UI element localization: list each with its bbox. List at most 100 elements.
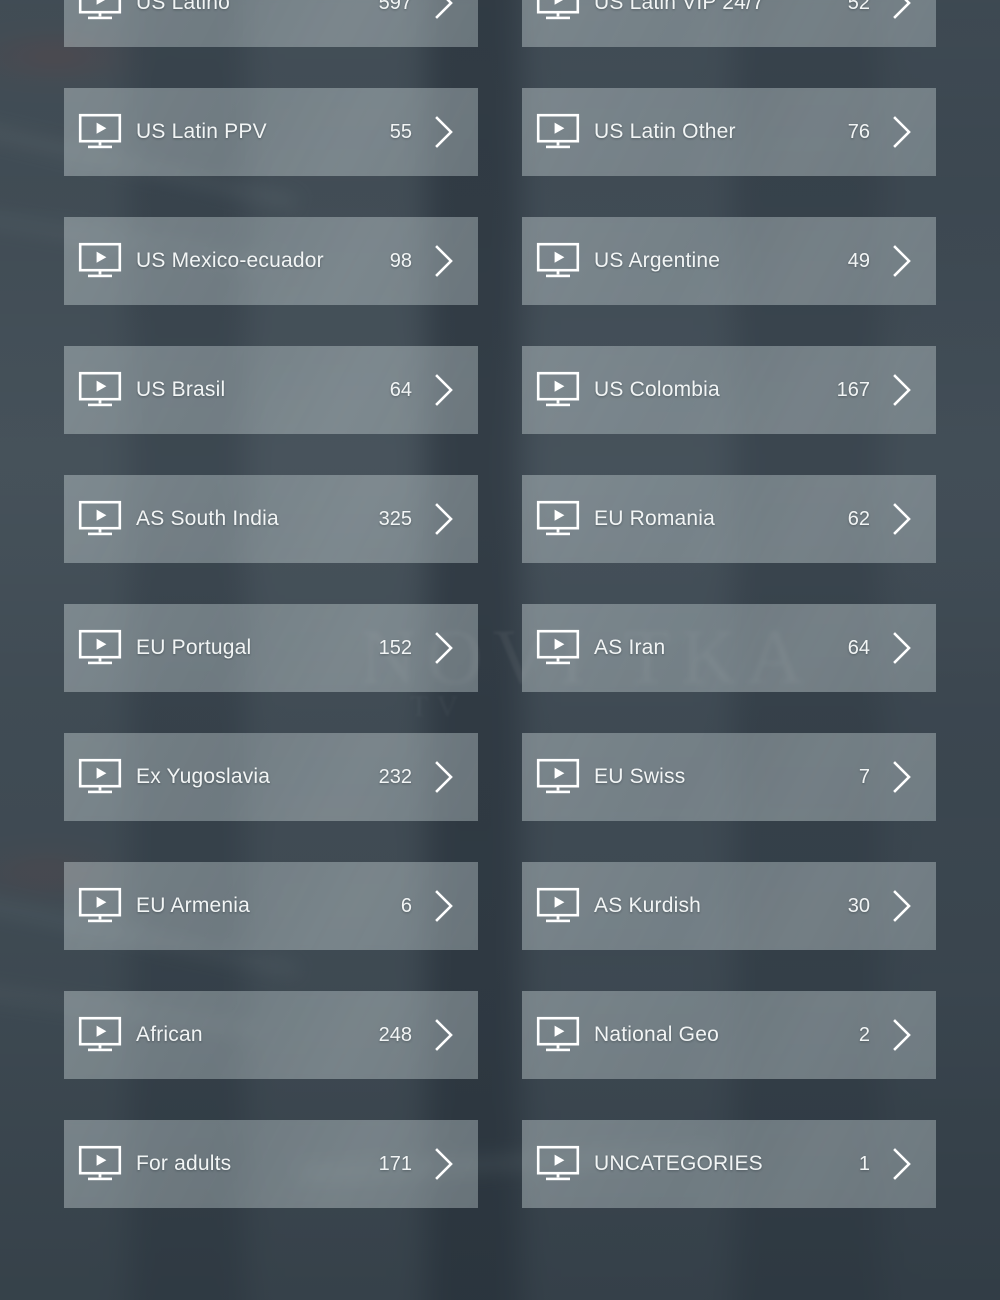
category-card[interactable]: EU Romania 62 bbox=[522, 475, 936, 563]
chevron-right-icon[interactable] bbox=[890, 244, 914, 278]
category-card[interactable]: AS South India 325 bbox=[64, 475, 478, 563]
category-card[interactable]: US Latin PPV 55 bbox=[64, 88, 478, 176]
category-card-content: AS Iran 64 bbox=[536, 629, 914, 667]
category-label: African bbox=[136, 1023, 203, 1046]
category-label: US Brasil bbox=[136, 378, 226, 401]
category-label: US Colombia bbox=[594, 378, 720, 401]
category-count: 6 bbox=[400, 894, 412, 917]
tv-play-icon bbox=[536, 1016, 580, 1052]
chevron-right-icon[interactable] bbox=[432, 1018, 456, 1052]
category-grid: US Latino 597 US Latin VIP 24/7 52 US Latin … bbox=[64, 0, 936, 1208]
chevron-right-icon[interactable] bbox=[432, 115, 456, 149]
chevron-right-icon[interactable] bbox=[432, 373, 456, 407]
category-label: US Latin Other bbox=[594, 120, 736, 143]
category-count: 325 bbox=[378, 507, 412, 530]
tv-play-icon bbox=[536, 500, 580, 536]
category-count: 55 bbox=[389, 120, 412, 143]
category-count: 2 bbox=[858, 1023, 870, 1046]
category-card-content: UNCATEGORIES 1 bbox=[536, 1145, 914, 1183]
category-card-content: National Geo 2 bbox=[536, 1016, 914, 1054]
category-screen: NOVI TKA TV US Latino597US Latin VIP 24/… bbox=[0, 0, 1000, 1300]
category-label: AS South India bbox=[136, 507, 279, 530]
tv-play-icon bbox=[536, 887, 580, 923]
tv-play-icon bbox=[78, 242, 122, 278]
category-card[interactable]: EU Swiss 7 bbox=[522, 733, 936, 821]
tv-play-icon bbox=[78, 113, 122, 149]
chevron-right-icon[interactable] bbox=[890, 373, 914, 407]
category-card[interactable]: AS Kurdish 30 bbox=[522, 862, 936, 950]
category-card-content: US Latin Other 76 bbox=[536, 113, 914, 151]
category-count: 52 bbox=[847, 0, 870, 14]
category-label: National Geo bbox=[594, 1023, 719, 1046]
category-card[interactable]: Ex Yugoslavia 232 bbox=[64, 733, 478, 821]
category-card[interactable]: EU Portugal 152 bbox=[64, 604, 478, 692]
category-card[interactable]: US Colombia 167 bbox=[522, 346, 936, 434]
category-label: EU Romania bbox=[594, 507, 716, 530]
category-label: UNCATEGORIES bbox=[594, 1152, 763, 1175]
category-card[interactable]: AS Iran 64 bbox=[522, 604, 936, 692]
category-card-content: EU Portugal 152 bbox=[78, 629, 456, 667]
category-card[interactable]: African 248 bbox=[64, 991, 478, 1079]
category-card-content: AS South India 325 bbox=[78, 500, 456, 538]
tv-play-icon bbox=[78, 1145, 122, 1181]
tv-play-icon bbox=[536, 242, 580, 278]
category-count: 248 bbox=[378, 1023, 412, 1046]
tv-play-icon bbox=[536, 371, 580, 407]
chevron-right-icon[interactable] bbox=[432, 889, 456, 923]
category-label: AS Iran bbox=[594, 636, 666, 659]
category-label: EU Armenia bbox=[136, 894, 251, 917]
category-card[interactable]: US Latin Other 76 bbox=[522, 88, 936, 176]
category-card[interactable]: US Mexico-ecuador 98 bbox=[64, 217, 478, 305]
tv-play-icon bbox=[536, 758, 580, 794]
category-count: 64 bbox=[389, 378, 412, 401]
tv-play-icon bbox=[536, 1145, 580, 1181]
category-card[interactable]: EU Armenia 6 bbox=[64, 862, 478, 950]
category-card[interactable]: US Latino 597 bbox=[64, 0, 478, 47]
category-card[interactable]: US Brasil 64 bbox=[64, 346, 478, 434]
chevron-right-icon[interactable] bbox=[432, 502, 456, 536]
tv-play-icon bbox=[78, 629, 122, 665]
category-label: US Mexico-ecuador bbox=[136, 249, 324, 272]
category-label: AS Kurdish bbox=[594, 894, 702, 917]
category-count: 7 bbox=[858, 765, 870, 788]
chevron-right-icon[interactable] bbox=[890, 115, 914, 149]
category-card[interactable]: US Latin VIP 24/7 52 bbox=[522, 0, 936, 47]
chevron-right-icon[interactable] bbox=[432, 0, 456, 20]
category-card-content: US Latino 597 bbox=[78, 0, 456, 22]
category-card[interactable]: National Geo 2 bbox=[522, 991, 936, 1079]
category-count: 171 bbox=[378, 1152, 412, 1175]
category-count: 62 bbox=[847, 507, 870, 530]
chevron-right-icon[interactable] bbox=[890, 0, 914, 20]
tv-play-icon bbox=[78, 0, 122, 20]
category-card-content: African 248 bbox=[78, 1016, 456, 1054]
category-card-content: For adults 171 bbox=[78, 1145, 456, 1183]
category-card-content: Ex Yugoslavia 232 bbox=[78, 758, 456, 796]
tv-play-icon bbox=[536, 113, 580, 149]
category-count: 597 bbox=[378, 0, 412, 14]
chevron-right-icon[interactable] bbox=[890, 889, 914, 923]
tv-play-icon bbox=[78, 758, 122, 794]
chevron-right-icon[interactable] bbox=[432, 244, 456, 278]
category-label: US Latino bbox=[136, 0, 231, 14]
category-count: 64 bbox=[847, 636, 870, 659]
category-label: EU Swiss bbox=[594, 765, 686, 788]
category-card[interactable]: For adults 171 bbox=[64, 1120, 478, 1208]
chevron-right-icon[interactable] bbox=[432, 1147, 456, 1181]
chevron-right-icon[interactable] bbox=[890, 1147, 914, 1181]
category-count: 76 bbox=[847, 120, 870, 143]
chevron-right-icon[interactable] bbox=[890, 502, 914, 536]
category-card-content: US Latin VIP 24/7 52 bbox=[536, 0, 914, 22]
category-card-content: US Brasil 64 bbox=[78, 371, 456, 409]
category-card-content: US Argentine 49 bbox=[536, 242, 914, 280]
category-card[interactable]: UNCATEGORIES 1 bbox=[522, 1120, 936, 1208]
chevron-right-icon[interactable] bbox=[890, 760, 914, 794]
chevron-right-icon[interactable] bbox=[890, 631, 914, 665]
category-card-content: US Mexico-ecuador 98 bbox=[78, 242, 456, 280]
category-label: US Latin VIP 24/7 bbox=[594, 0, 764, 14]
chevron-right-icon[interactable] bbox=[432, 760, 456, 794]
chevron-right-icon[interactable] bbox=[432, 631, 456, 665]
category-card[interactable]: US Argentine 49 bbox=[522, 217, 936, 305]
chevron-right-icon[interactable] bbox=[890, 1018, 914, 1052]
category-count: 167 bbox=[836, 378, 870, 401]
category-count: 30 bbox=[847, 894, 870, 917]
